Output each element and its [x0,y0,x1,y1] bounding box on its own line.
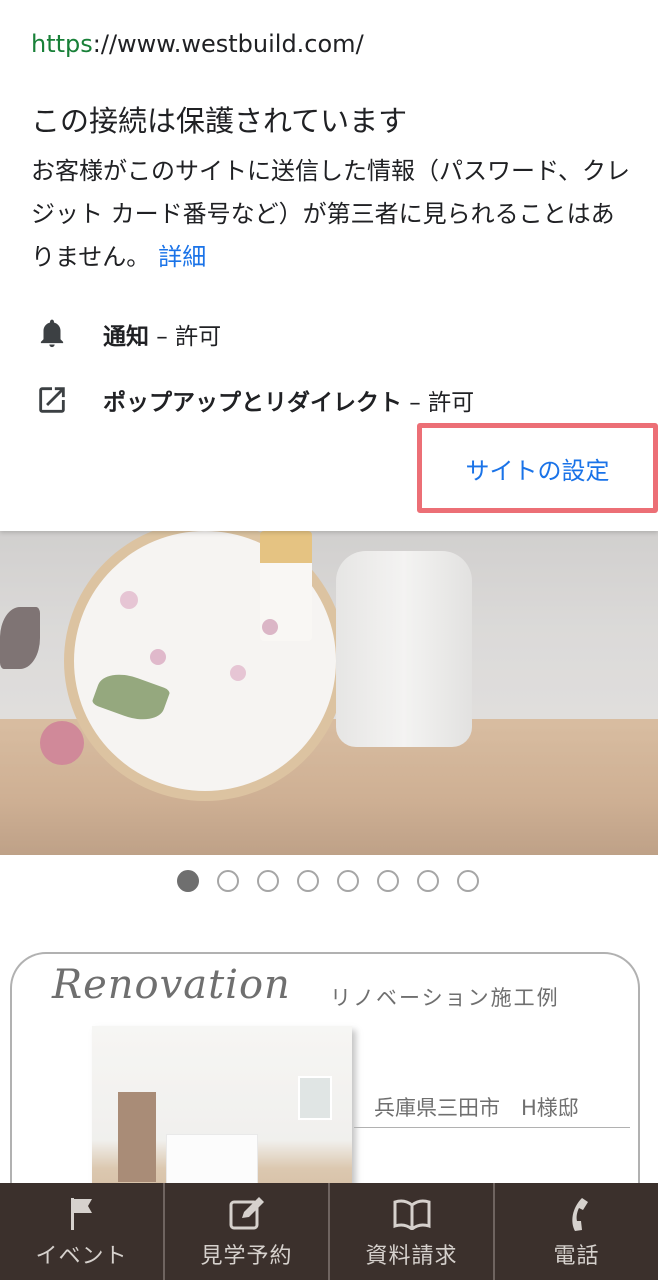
permission-popups[interactable]: ポップアップとリダイレクト – 許可 [33,380,474,420]
url-host: ://www.westbuild.com/ [92,30,364,58]
phone-icon [557,1194,597,1234]
carousel-dot-5[interactable] [337,870,359,892]
photo-door [118,1092,156,1182]
flag-icon [62,1194,102,1234]
site-settings-highlight: サイトの設定 [417,423,658,513]
embroidery-hoop [64,531,346,801]
nav-label: 見学予約 [200,1243,293,1269]
nav-phone[interactable]: 電話 [495,1183,658,1280]
permission-label: ポップアップとリダイレクト – 許可 [103,383,474,417]
permission-name: 通知 [103,324,149,350]
renovation-title: Renovation [52,962,291,1008]
carousel-dot-1[interactable] [177,870,199,892]
carousel-dot-2[interactable] [217,870,239,892]
flower [150,649,166,665]
bell-icon [33,315,71,353]
nav-visit-reservation[interactable]: 見学予約 [165,1183,330,1280]
url-scheme: https [31,30,93,58]
leaf [0,607,40,669]
page: https://www.westbuild.com/ この接続は保護されています… [0,0,658,1280]
site-info-popup: https://www.westbuild.com/ この接続は保護されています… [0,0,658,531]
permission-label: 通知 – 許可 [103,317,221,351]
carousel-dots [177,870,479,892]
hero-image [0,531,658,855]
nav-label: イベント [35,1243,128,1269]
book-icon [392,1194,432,1234]
nav-label: 資料請求 [365,1243,458,1269]
carousel-dot-7[interactable] [417,870,439,892]
details-link[interactable]: 詳細 [158,243,206,271]
edit-icon [227,1194,267,1234]
permission-state: – 許可 [402,390,475,416]
carousel-dot-6[interactable] [377,870,399,892]
permission-state: – 許可 [149,324,222,350]
site-settings-button[interactable]: サイトの設定 [466,451,610,486]
renovation-caption[interactable]: 兵庫県三田市 H様邸 [354,1088,630,1128]
nav-label: 電話 [553,1243,600,1269]
flower [40,721,84,765]
carousel-dot-3[interactable] [257,870,279,892]
nav-request-materials[interactable]: 資料請求 [330,1183,495,1280]
nav-event[interactable]: イベント [0,1183,165,1280]
carousel-dot-4[interactable] [297,870,319,892]
site-url: https://www.westbuild.com/ [31,30,364,58]
renovation-subtitle: リノベーション施工例 [330,986,560,1010]
flower [230,665,246,681]
permission-notifications[interactable]: 通知 – 許可 [33,314,221,354]
glass-vase [336,551,472,747]
connection-description: お客様がこのサイトに送信した情報（パスワード、クレジット カード番号など）が第三… [31,150,631,279]
permission-name: ポップアップとリダイレクト [103,390,402,416]
photo-window [298,1076,332,1120]
connection-title: この接続は保護されています [31,104,408,138]
flower [120,591,138,609]
carousel-dot-8[interactable] [457,870,479,892]
bottom-nav: イベント 見学予約 資料請求 電話 [0,1183,658,1280]
flower [262,619,278,635]
open-in-new-icon [33,381,71,419]
connection-description-text: お客様がこのサイトに送信した情報（パスワード、クレジット カード番号など）が第三… [31,157,631,271]
